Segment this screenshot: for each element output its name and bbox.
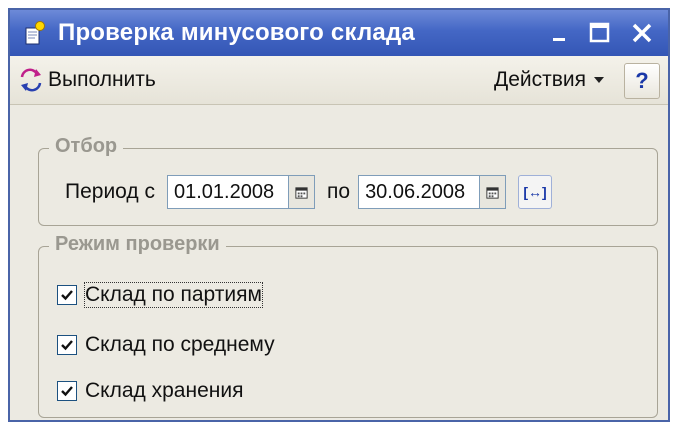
toolbar: Выполнить Действия ?: [10, 56, 668, 105]
date-from-input[interactable]: [167, 175, 289, 209]
execute-arrows-icon: [20, 68, 42, 92]
mode-group-legend: Режим проверки: [49, 233, 226, 256]
app-icon: [22, 20, 48, 46]
checkmark-icon: [61, 386, 73, 397]
actions-label: Действия: [493, 68, 586, 91]
period-row: Период с по: [65, 173, 553, 211]
date-from-field: [167, 175, 315, 209]
calendar-icon: [295, 186, 308, 199]
window-title: Проверка минусового склада: [58, 19, 415, 46]
check-option-batches[interactable]: Склад по партиям: [57, 282, 263, 308]
minimize-button[interactable]: [546, 19, 574, 47]
check-option-storage[interactable]: Склад хранения: [57, 379, 243, 403]
checkmark-icon: [61, 290, 73, 301]
check-option-label: Склад хранения: [85, 379, 244, 402]
date-to-field: [358, 175, 507, 209]
run-button[interactable]: Выполнить: [18, 64, 156, 96]
title-bar[interactable]: Проверка минусового склада: [10, 10, 668, 56]
close-icon: [632, 23, 652, 43]
check-option-label: Склад по партиям: [84, 282, 263, 308]
date-to-calendar-button[interactable]: [480, 175, 507, 209]
checkmark-icon: [61, 340, 73, 351]
run-label: Выполнить: [48, 68, 156, 91]
close-button[interactable]: [628, 19, 656, 47]
checkbox[interactable]: [57, 285, 77, 305]
checkbox[interactable]: [57, 335, 77, 355]
maximize-button[interactable]: [586, 19, 614, 47]
period-from-label: Период с: [65, 180, 155, 203]
minimize-icon: [553, 38, 565, 41]
calendar-icon: [486, 186, 499, 199]
period-range-icon: [↔]: [523, 184, 547, 200]
filter-group-legend: Отбор: [49, 135, 124, 158]
chevron-down-icon: [594, 77, 604, 83]
check-option-average[interactable]: Склад по среднему: [57, 333, 275, 357]
period-select-button[interactable]: [↔]: [518, 175, 553, 209]
actions-menu-button[interactable]: Действия: [494, 64, 604, 96]
window: Проверка минусового склада Выполнить Дей…: [8, 8, 670, 422]
help-button[interactable]: ?: [624, 63, 660, 99]
period-to-label: по: [327, 180, 351, 203]
mode-group: Режим проверки Склад по партиям Склад по…: [38, 233, 658, 418]
checkbox[interactable]: [57, 381, 77, 401]
date-to-input[interactable]: [358, 175, 481, 209]
date-from-calendar-button[interactable]: [289, 175, 315, 209]
filter-group: Отбор Период с по: [38, 135, 658, 226]
check-option-label: Склад по среднему: [85, 333, 275, 356]
help-icon: ?: [635, 68, 649, 93]
maximize-icon: [589, 22, 610, 43]
